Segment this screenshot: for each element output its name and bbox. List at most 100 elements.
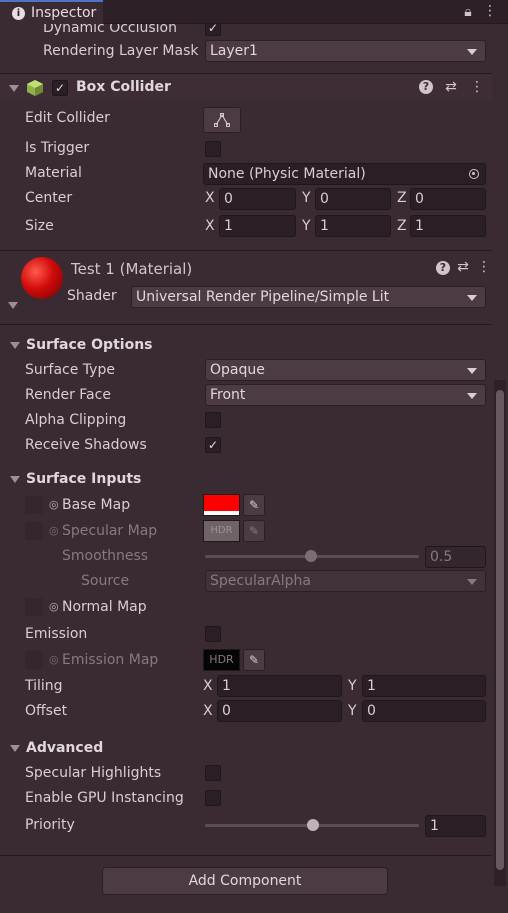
render-face-dropdown[interactable]: Front [205,384,486,406]
material-foldout-icon[interactable] [8,302,18,309]
edit-collider-label: Edit Collider [25,110,110,126]
offset-y-axis-label: Y [348,703,357,719]
emission-color-swatch[interactable]: HDR [203,649,240,671]
offset-x-field[interactable]: 0 [217,700,342,722]
shader-dropdown[interactable]: Universal Render Pipeline/Simple Lit [131,286,486,308]
more-options-icon[interactable]: ⋮ [470,79,484,95]
surface-options-title[interactable]: Surface Options [26,337,153,353]
tab-bar: i Inspector 🔒︎ ⋮ [0,0,508,24]
chevron-down-icon [467,295,477,301]
center-z-field[interactable]: 0 [410,188,486,210]
foldout-arrow-icon[interactable] [9,85,19,92]
alpha-clipping-label: Alpha Clipping [25,412,127,428]
presets-icon[interactable]: ⇄ [455,259,471,275]
center-x-field[interactable]: 0 [219,188,296,210]
smoothness-label: Smoothness [62,548,149,564]
foldout-arrow-icon[interactable] [10,342,20,349]
divider [0,250,492,251]
emission-label: Emission [25,626,88,642]
center-z-axis-label: Z [397,190,407,206]
help-icon[interactable]: ? [436,261,450,275]
texture-picker-icon[interactable]: ◎ [49,600,59,613]
edit-collider-button[interactable] [203,107,241,133]
presets-icon[interactable]: ⇄ [443,79,459,95]
box-collider-enabled-checkbox[interactable]: ✓ [52,80,68,96]
specular-map-texture-slot[interactable] [25,522,43,540]
surface-type-value: Opaque [210,362,265,378]
shader-value: Universal Render Pipeline/Simple Lit [136,289,390,305]
tab-inspector[interactable]: i Inspector [0,0,103,24]
chevron-down-icon [467,368,477,374]
size-z-field[interactable]: 1 [410,215,486,237]
normal-map-texture-slot[interactable] [25,598,43,616]
is-trigger-checkbox[interactable] [205,141,221,157]
rendering-layer-mask-label: Rendering Layer Mask [43,43,199,59]
size-label: Size [25,218,54,234]
source-label: Source [81,573,130,589]
priority-slider-thumb[interactable] [307,819,319,831]
base-map-color-swatch[interactable] [203,494,240,516]
emission-checkbox[interactable] [205,626,221,642]
eyedropper-icon[interactable]: ✎ [243,520,265,542]
divider [0,324,492,325]
chevron-down-icon [467,579,477,585]
offset-y-field[interactable]: 0 [362,700,486,722]
center-x-axis-label: X [205,190,215,206]
emission-map-label: Emission Map [62,652,159,668]
physic-material-value: None (Physic Material) [208,166,366,182]
receive-shadows-label: Receive Shadows [25,437,147,453]
tab-inspector-label: Inspector [31,5,97,21]
box-collider-header[interactable]: ✓ Box Collider ? ⇄ ⋮ [0,75,492,101]
size-x-field[interactable]: 1 [219,215,296,237]
specular-map-label: Specular Map [62,523,158,539]
texture-picker-icon[interactable]: ◎ [49,524,59,537]
is-trigger-label: Is Trigger [25,140,90,156]
help-icon[interactable]: ? [419,80,433,94]
base-map-texture-slot[interactable] [25,496,43,514]
size-y-field[interactable]: 1 [315,215,391,237]
shader-label: Shader [67,288,117,304]
smoothness-value-field[interactable]: 0.5 [425,546,486,568]
foldout-arrow-icon[interactable] [10,476,20,483]
box-collider-title: Box Collider [76,79,171,95]
more-options-icon[interactable]: ⋮ [477,259,491,275]
specular-highlights-checkbox[interactable] [205,765,221,781]
foldout-arrow-icon[interactable] [10,745,20,752]
info-icon: i [12,7,25,20]
center-y-axis-label: Y [302,190,311,206]
physic-material-field[interactable]: None (Physic Material) [203,163,486,185]
texture-picker-icon[interactable]: ◎ [49,653,59,666]
lock-icon[interactable]: 🔒︎ [460,4,476,20]
divider [0,855,492,856]
emission-map-texture-slot[interactable] [25,651,43,669]
advanced-title[interactable]: Advanced [26,740,103,756]
more-options-icon[interactable]: ⋮ [482,3,498,19]
gpu-instancing-label: Enable GPU Instancing [25,790,184,806]
smoothness-slider-thumb[interactable] [305,550,317,562]
chevron-down-icon [467,393,477,399]
inspector-scrollbar[interactable] [494,380,506,886]
box-collider-icon [27,80,43,96]
surface-inputs-title[interactable]: Surface Inputs [26,471,141,487]
add-component-button[interactable]: Add Component [102,867,388,895]
source-dropdown[interactable]: SpecularAlpha [205,570,486,592]
tiling-x-axis-label: X [203,678,213,694]
surface-type-dropdown[interactable]: Opaque [205,359,486,381]
eyedropper-icon[interactable]: ✎ [243,649,265,671]
texture-picker-icon[interactable]: ◎ [49,498,59,511]
size-y-axis-label: Y [302,218,311,234]
center-y-field[interactable]: 0 [315,188,391,210]
object-picker-icon[interactable] [469,169,479,179]
gpu-instancing-checkbox[interactable] [205,790,221,806]
eyedropper-icon[interactable]: ✎ [243,494,265,516]
tiling-x-field[interactable]: 1 [217,675,342,697]
tiling-y-field[interactable]: 1 [362,675,486,697]
rendering-layer-mask-dropdown[interactable]: Layer1 [205,40,486,62]
specular-color-swatch[interactable]: HDR [203,520,240,542]
receive-shadows-checkbox[interactable]: ✓ [205,437,221,453]
alpha-clipping-checkbox[interactable] [205,412,221,428]
specular-highlights-label: Specular Highlights [25,765,162,781]
size-z-axis-label: Z [397,218,407,234]
scrollbar-thumb[interactable] [496,390,504,870]
priority-value-field[interactable]: 1 [425,815,486,837]
